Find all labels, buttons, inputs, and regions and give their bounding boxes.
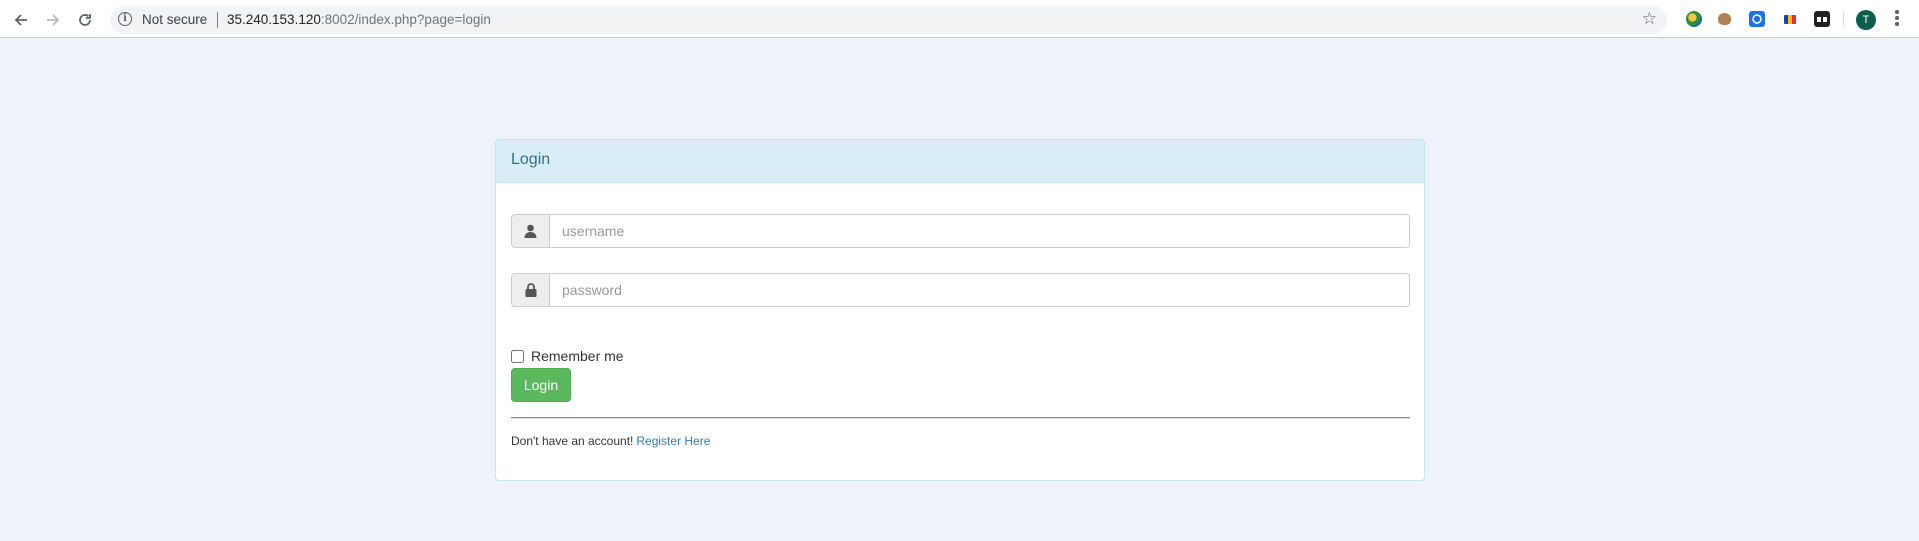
user-icon (511, 214, 550, 248)
remember-me-checkbox[interactable] (511, 349, 524, 363)
url-host: 35.240.153.120 (227, 12, 321, 27)
register-link[interactable]: Register Here (636, 434, 710, 448)
panel-title: Login (496, 140, 1424, 183)
register-prompt: Don't have an account! Register Here (511, 434, 710, 448)
profile-avatar[interactable]: T (1856, 10, 1876, 30)
extension-globe-icon[interactable] (1686, 11, 1702, 27)
extension-flag-icon[interactable] (1784, 15, 1796, 24)
password-group (511, 273, 1410, 307)
extension-cookie-icon[interactable] (1718, 13, 1731, 25)
omnibox-divider (217, 12, 218, 28)
forward-icon[interactable] (40, 7, 66, 33)
username-input[interactable] (550, 214, 1410, 248)
login-panel: Login Remember me Login Don't have an ac… (495, 139, 1425, 481)
toolbar-divider (1843, 11, 1844, 27)
password-input[interactable] (550, 273, 1410, 307)
lock-icon (511, 273, 550, 307)
star-icon[interactable]: ☆ (1642, 9, 1657, 29)
divider (511, 417, 1410, 419)
extension-shield-icon[interactable] (1749, 11, 1765, 27)
extension-dark-icon[interactable] (1814, 11, 1830, 27)
username-group (511, 214, 1410, 248)
register-prompt-text: Don't have an account! (511, 434, 634, 448)
remember-me[interactable]: Remember me (511, 348, 624, 364)
info-icon[interactable]: i (118, 12, 132, 26)
remember-me-label: Remember me (531, 348, 624, 364)
browser-toolbar: i Not secure 35.240.153.120:8002/index.p… (0, 0, 1919, 38)
login-button[interactable]: Login (511, 368, 571, 402)
url-text[interactable]: 35.240.153.120:8002/index.php?page=login (227, 12, 491, 27)
reload-icon[interactable] (72, 7, 98, 33)
address-bar[interactable]: i Not secure 35.240.153.120:8002/index.p… (110, 6, 1667, 34)
menu-icon[interactable] (1895, 10, 1899, 28)
back-icon[interactable] (8, 7, 34, 33)
url-path: :8002/index.php?page=login (320, 12, 491, 27)
security-label[interactable]: Not secure (142, 12, 207, 27)
